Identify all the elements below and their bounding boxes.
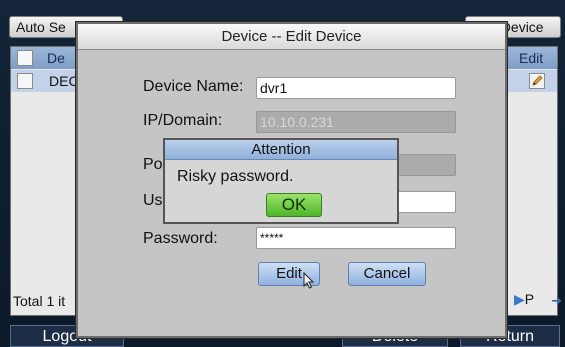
user-name-label: Us [143, 192, 163, 209]
attention-message: Risky password. [177, 168, 294, 185]
edit-button-label: Edit [276, 265, 302, 282]
edit-icon[interactable] [529, 73, 545, 89]
select-all-checkbox[interactable] [17, 50, 33, 66]
page-indicator[interactable]: ▶P [514, 291, 534, 308]
total-count: Total 1 it [13, 293, 66, 309]
prev-page-icon[interactable]: ▶ [514, 291, 525, 307]
edit-column-header: Edit [519, 50, 544, 66]
port-label: Po [143, 156, 163, 173]
device-name-label: Device Name: [143, 78, 244, 95]
row-checkbox[interactable] [17, 73, 33, 89]
cancel-button[interactable]: Cancel [348, 262, 426, 286]
screen: Auto Se Add Device De Edit DEC Total 1 i… [0, 0, 565, 347]
device-column-header: De [47, 50, 65, 66]
page-label: P [524, 291, 535, 307]
device-name-cell: DEC [49, 73, 79, 89]
attention-title: Attention [165, 140, 397, 160]
password-input[interactable]: ***** [256, 227, 456, 249]
dialog-title: Device -- Edit Device [78, 24, 505, 50]
edit-button[interactable]: Edit [258, 262, 320, 289]
device-name-input[interactable]: dvr1 [256, 77, 456, 99]
mouse-pointer-icon [303, 272, 315, 289]
password-label: Password: [143, 230, 218, 247]
attention-popup: Attention Risky password. OK [163, 138, 399, 224]
edit-device-dialog: Device -- Edit Device Device Name: dvr1 … [76, 22, 507, 338]
ip-domain-label: IP/Domain: [143, 112, 223, 129]
next-page-icon[interactable]: ➜ [551, 293, 562, 309]
ok-button[interactable]: OK [266, 193, 322, 217]
ip-domain-input[interactable]: 10.10.0.231 [256, 111, 456, 133]
